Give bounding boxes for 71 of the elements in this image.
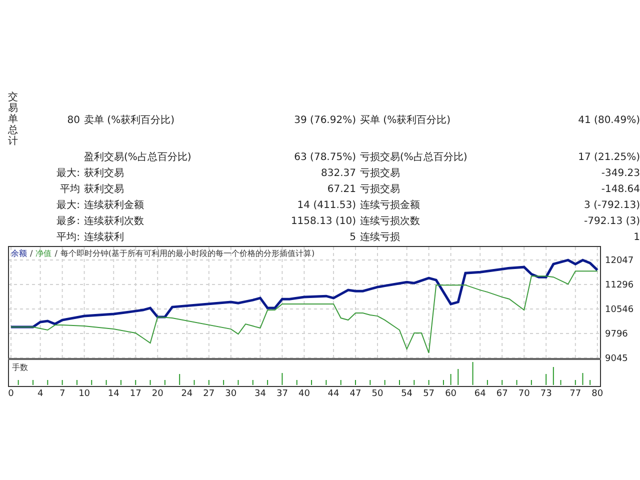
- x-tick-label: 47: [350, 389, 362, 398]
- x-tick-label: 60: [445, 389, 457, 398]
- row-prefix: 平均:: [56, 232, 80, 242]
- legend-separator: /: [30, 249, 33, 259]
- stat-label: 亏损交易(%占总百分比): [360, 152, 468, 162]
- stat-label: 卖单 (%获利百分比): [84, 114, 174, 126]
- stat-label: 连续亏损: [360, 232, 400, 242]
- stat-label: 连续获利: [84, 232, 124, 242]
- stat-value: 14 (411.53): [297, 200, 356, 210]
- x-tick-label: 4: [37, 389, 44, 398]
- x-tick-label: 24: [181, 389, 193, 398]
- stat-value: 39 (76.92%): [294, 114, 356, 126]
- x-tick-label: 20: [152, 389, 164, 398]
- stat-value: 1158.13 (10): [290, 216, 356, 226]
- row-prefix: 平均: [60, 184, 80, 194]
- stat-value: 832.37: [321, 168, 356, 178]
- y-tick-label: 11296: [605, 280, 634, 291]
- x-tick-label: 70: [518, 389, 530, 398]
- y-tick-label: 9796: [605, 329, 628, 340]
- stat-label: 买单 (%获利百分比): [360, 114, 450, 126]
- stat-label: 连续亏损金额: [360, 200, 420, 210]
- stat-value: 5: [350, 232, 356, 242]
- legend-label: 余额: [11, 249, 27, 259]
- row-prefix: 最多:: [56, 216, 80, 226]
- legend-label: 净值: [36, 249, 52, 259]
- x-tick-label: 77: [570, 389, 582, 398]
- stat-label: 盈利交易(%占总百分比): [84, 152, 192, 162]
- x-tick-label: 34: [254, 389, 266, 398]
- stat-label: 连续获利金额: [84, 200, 144, 210]
- stat-label: 连续获利次数: [84, 216, 144, 226]
- x-tick-label: 67: [496, 389, 508, 398]
- x-tick-label: 30: [225, 389, 237, 398]
- x-tick-label: 80: [592, 389, 604, 398]
- x-tick-label: 14: [108, 389, 120, 398]
- row-prefix: 最大:: [56, 200, 80, 210]
- stat-label: 亏损交易: [360, 168, 400, 178]
- x-tick-label: 50: [372, 389, 384, 398]
- stat-value: -148.64: [601, 184, 640, 194]
- volume-label: 手数: [12, 363, 28, 372]
- stat-value: 17 (21.25%): [578, 152, 640, 162]
- x-tick-label: 40: [298, 389, 310, 398]
- stat-value: 41 (80.49%): [578, 114, 640, 126]
- x-tick-label: 57: [423, 389, 435, 398]
- x-tick-label: 27: [203, 389, 215, 398]
- legend-separator: /: [54, 249, 58, 259]
- x-tick-label: 10: [78, 389, 90, 398]
- x-tick-label: 37: [276, 389, 288, 398]
- vertical-label: 交易单总计: [8, 92, 18, 147]
- stat-value: 63 (78.75%): [294, 152, 356, 162]
- stat-value: 67.21: [327, 184, 356, 194]
- x-tick-label: 7: [59, 389, 66, 398]
- stat-label: 亏损交易: [360, 184, 400, 194]
- stat-label: 获利交易: [84, 168, 124, 178]
- x-tick-label: 0: [8, 389, 14, 398]
- y-tick-label: 12047: [605, 256, 634, 266]
- stat-value: 3 (-792.13): [584, 200, 640, 210]
- stat-value: 1: [634, 232, 640, 242]
- row-prefix: 最大:: [56, 168, 80, 178]
- row-prefix: 80: [67, 114, 80, 126]
- y-tick-label: 10546: [605, 305, 634, 315]
- x-tick-label: 17: [130, 389, 142, 398]
- stat-label: 连续亏损次数: [360, 216, 420, 226]
- stat-value: -349.23: [601, 168, 640, 178]
- stat-value: -792.13 (3): [584, 216, 640, 226]
- x-tick-label: 73: [540, 389, 552, 398]
- x-tick-label: 64: [474, 389, 486, 398]
- y-tick-label: 9045: [605, 354, 628, 364]
- x-tick-label: 44: [328, 389, 340, 398]
- stat-label: 获利交易: [84, 184, 124, 194]
- chart-title: 每个即时分钟(基于所有可利用的最小时段的每一个价格的分形插值计算): [60, 249, 315, 259]
- x-tick-label: 54: [401, 389, 413, 398]
